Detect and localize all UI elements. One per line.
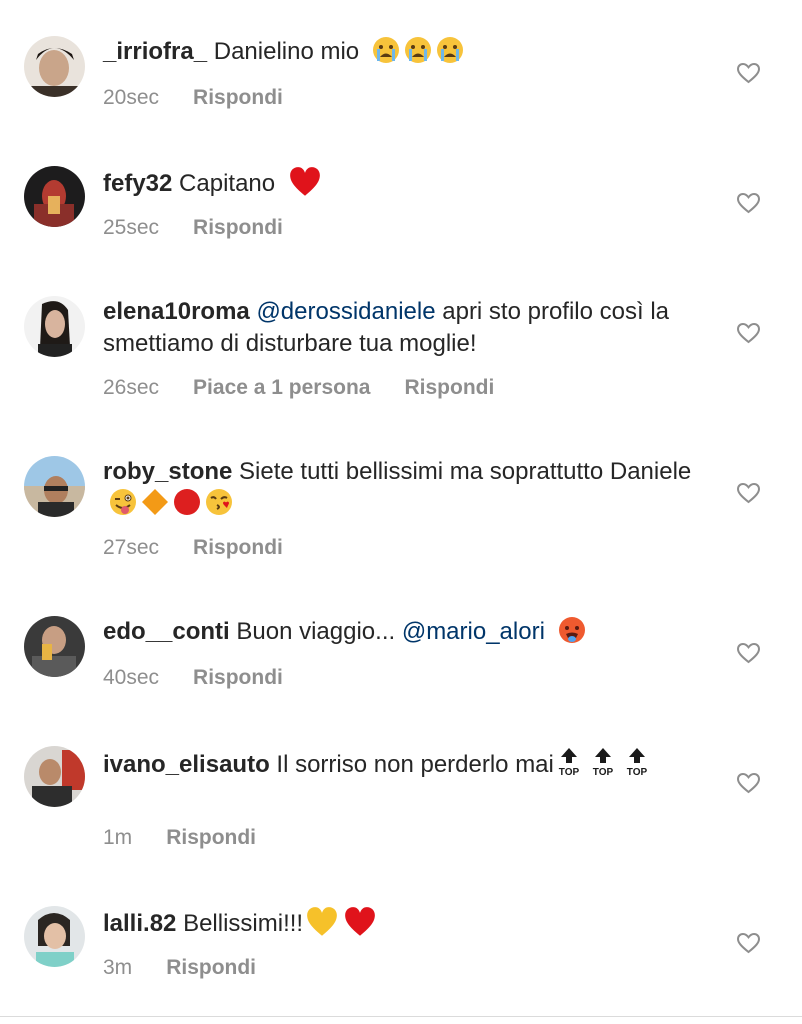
like-heart-icon[interactable] xyxy=(736,192,761,214)
username[interactable]: roby_stone xyxy=(103,458,232,485)
comment-time: 20sec xyxy=(103,86,160,109)
divider xyxy=(0,1016,802,1017)
comment-time: 27sec xyxy=(103,536,160,559)
comment-time: 25sec xyxy=(103,216,160,239)
red-circle-icon xyxy=(174,489,200,515)
avatar[interactable] xyxy=(24,456,85,517)
like-heart-icon[interactable] xyxy=(736,772,761,794)
like-heart-icon[interactable] xyxy=(736,482,761,504)
reply-button[interactable]: Rispondi xyxy=(193,536,283,560)
comment-time: 40sec xyxy=(103,666,160,689)
crying-face-icon xyxy=(372,37,399,63)
username[interactable]: fefy32 xyxy=(103,170,172,197)
top-arrow-icon: TOP xyxy=(593,748,614,778)
yellow-heart-icon xyxy=(307,907,337,936)
comment-time: 26sec xyxy=(103,376,160,399)
like-heart-icon[interactable] xyxy=(736,642,761,664)
top-label: TOP xyxy=(627,767,648,778)
reply-button[interactable]: Rispondi xyxy=(166,826,256,850)
avatar[interactable] xyxy=(24,616,85,677)
top-arrow-icon: TOP xyxy=(559,748,580,778)
like-heart-icon[interactable] xyxy=(736,322,761,344)
hot-face-icon xyxy=(558,617,585,643)
like-heart-icon[interactable] xyxy=(736,62,761,84)
likes-count-link[interactable]: Piace a 1 persona xyxy=(193,376,370,400)
reply-button[interactable]: Rispondi xyxy=(193,86,283,110)
mention-link[interactable]: @mario_alori xyxy=(402,618,545,645)
mention-link[interactable]: @derossidaniele xyxy=(256,298,435,325)
reply-button[interactable]: Rispondi xyxy=(404,376,494,400)
avatar[interactable] xyxy=(24,906,85,967)
orange-diamond-icon xyxy=(142,489,168,515)
comment-text: Bellissimi!!! xyxy=(183,910,304,937)
avatar[interactable] xyxy=(24,166,85,227)
username[interactable]: _irriofra_ xyxy=(103,38,207,65)
reply-button[interactable]: Rispondi xyxy=(193,216,283,240)
comment-time: 3m xyxy=(103,956,133,979)
username[interactable]: lalli.82 xyxy=(103,910,176,937)
crying-face-icon xyxy=(404,37,431,63)
username[interactable]: edo__conti xyxy=(103,618,230,645)
reply-button[interactable]: Rispondi xyxy=(166,956,256,980)
red-heart-icon xyxy=(289,167,320,196)
like-heart-icon[interactable] xyxy=(736,932,761,954)
crying-face-icon xyxy=(436,37,463,63)
top-label: TOP xyxy=(559,767,580,778)
avatar[interactable] xyxy=(24,746,85,807)
red-heart-icon xyxy=(345,907,375,936)
comment-text: Capitano xyxy=(179,170,276,197)
comment-text: Il sorriso non perderlo mai xyxy=(276,751,554,778)
username[interactable]: elena10roma xyxy=(103,298,250,325)
reply-button[interactable]: Rispondi xyxy=(193,666,283,690)
kissing-heart-face-icon xyxy=(206,489,232,515)
comment-text: Danielino mio xyxy=(213,38,360,65)
avatar[interactable] xyxy=(24,296,85,357)
winking-tongue-face-icon xyxy=(110,489,136,515)
username[interactable]: ivano_elisauto xyxy=(103,751,270,778)
top-arrow-icon: TOP xyxy=(627,748,648,778)
avatar[interactable] xyxy=(24,36,85,97)
comment-text: Buon viaggio... xyxy=(236,618,402,645)
top-label: TOP xyxy=(593,767,614,778)
comment-time: 1m xyxy=(103,826,133,849)
comment-text: Siete tutti bellissimi ma soprattutto Da… xyxy=(239,458,692,485)
